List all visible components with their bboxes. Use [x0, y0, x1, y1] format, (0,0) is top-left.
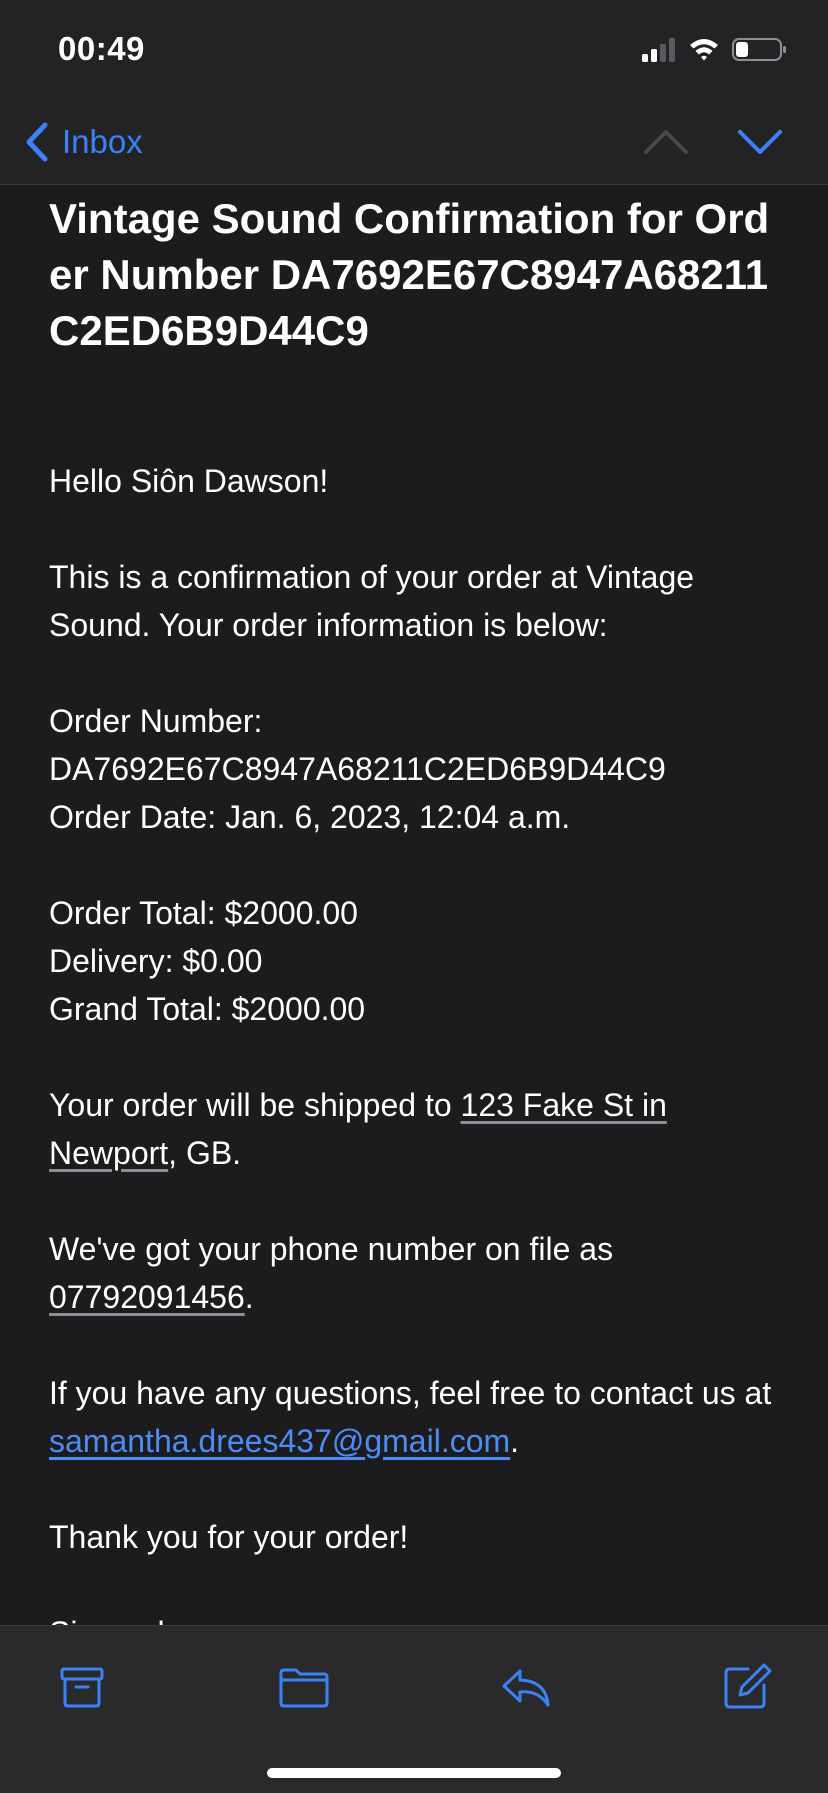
- chevron-up-icon: [644, 130, 688, 154]
- grand-total: Grand Total: $2000.00: [49, 991, 366, 1027]
- order-details: Order Number: DA7692E67C8947A68211C2ED6B…: [49, 697, 789, 841]
- status-time: 00:49: [58, 30, 145, 67]
- shipping-prefix: Your order will be shipped to: [49, 1087, 461, 1123]
- navigation-bar: Inbox: [0, 100, 828, 185]
- greeting: Hello Siôn Dawson!: [49, 463, 329, 499]
- delivery-cost: Delivery: $0.00: [49, 943, 263, 979]
- order-total: Order Total: $2000.00: [49, 895, 358, 931]
- archive-button[interactable]: [54, 1659, 110, 1715]
- thanks-line: Thank you for your order!: [49, 1519, 409, 1555]
- wifi-icon: [690, 39, 718, 61]
- contact-email-link[interactable]: samantha.drees437@gmail.com: [49, 1423, 510, 1459]
- next-message-button[interactable]: [734, 120, 786, 164]
- status-icons: [642, 36, 792, 64]
- bottom-toolbar: [0, 1625, 828, 1793]
- phone-number-link[interactable]: 07792091456: [49, 1279, 245, 1315]
- contact-paragraph: If you have any questions, feel free to …: [49, 1369, 789, 1465]
- signoff-line: Sincerely,: [49, 1609, 789, 1625]
- intro-paragraph: This is a confirmation of your order at …: [49, 559, 695, 643]
- message-body: Hello Siôn Dawson! This is a confirmatio…: [49, 457, 789, 1625]
- message-subject: Vintage Sound Confirmation for Order Num…: [49, 195, 770, 354]
- battery-icon: [732, 38, 786, 61]
- cellular-signal-icon: [642, 38, 675, 62]
- contact-prefix: If you have any questions, feel free to …: [49, 1375, 772, 1411]
- compose-button[interactable]: [718, 1659, 774, 1715]
- order-totals: Order Total: $2000.00 Delivery: $0.00 Gr…: [49, 889, 789, 1033]
- phone-prefix: We've got your phone number on file as: [49, 1231, 614, 1267]
- phone-paragraph: We've got your phone number on file as 0…: [49, 1225, 789, 1321]
- order-number-value: DA7692E67C8947A68211C2ED6B9D44C9: [49, 751, 666, 787]
- chevron-down-icon: [738, 130, 782, 154]
- order-number-label: Order Number:: [49, 703, 263, 739]
- archive-icon: [60, 1667, 104, 1708]
- move-to-folder-button[interactable]: [276, 1659, 332, 1715]
- reply-icon: [502, 1669, 550, 1707]
- order-date: Order Date: Jan. 6, 2023, 12:04 a.m.: [49, 799, 571, 835]
- back-button-label: Inbox: [62, 123, 143, 160]
- folder-icon: [279, 1668, 329, 1708]
- phone-suffix: .: [244, 1279, 254, 1315]
- chevron-left-icon: [26, 122, 48, 162]
- contact-suffix: .: [510, 1423, 520, 1459]
- shipping-paragraph: Your order will be shipped to 123 Fake S…: [49, 1081, 789, 1177]
- status-bar: 00:49: [0, 0, 828, 100]
- home-indicator[interactable]: [267, 1768, 561, 1778]
- previous-message-button[interactable]: [640, 120, 692, 164]
- reply-button[interactable]: [498, 1659, 554, 1715]
- back-to-inbox-button[interactable]: Inbox: [24, 120, 143, 164]
- shipping-suffix: , GB.: [168, 1135, 242, 1171]
- message-content[interactable]: Vintage Sound Confirmation for Order Num…: [0, 185, 828, 1625]
- compose-icon: [724, 1663, 772, 1709]
